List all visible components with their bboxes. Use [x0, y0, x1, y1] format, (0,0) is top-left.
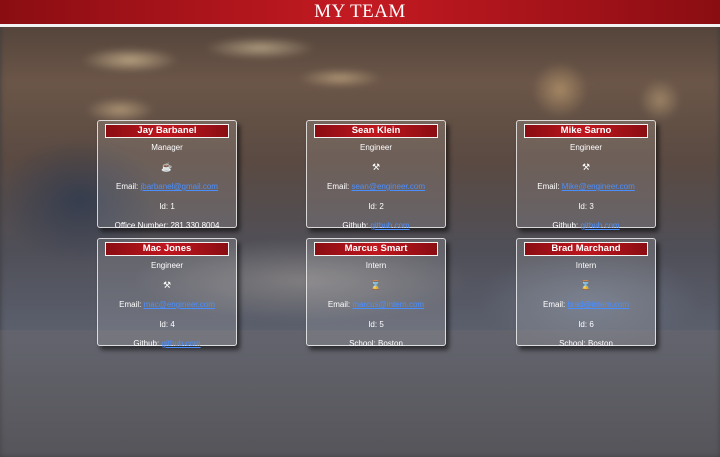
- team-card-mac-jones: Mac Jones Engineer ⚒ Email: mac@engineer…: [97, 238, 237, 348]
- employee-id: Id: 6: [578, 319, 594, 329]
- email-link[interactable]: brad@intern.com: [567, 300, 628, 309]
- employee-name: Jay Barbanel: [105, 124, 229, 138]
- office-number: Office Number: 281.330.8004: [114, 221, 220, 230]
- employee-id: Id: 4: [159, 319, 175, 329]
- github-label: Github:: [133, 339, 160, 348]
- employee-github: Github: github.com: [517, 216, 655, 236]
- team-card-mike-sarno: Mike Sarno Engineer ⚒ Email: Mike@engine…: [516, 120, 656, 230]
- email-label: Email:: [119, 300, 142, 309]
- github-link[interactable]: github.com: [161, 339, 200, 348]
- employee-role: Engineer: [359, 143, 393, 152]
- tools-icon: ⚒: [371, 161, 381, 172]
- github-label: Github:: [552, 221, 579, 230]
- team-card-marcus-smart: Marcus Smart Intern ⌛ Email: marcus@inte…: [306, 238, 446, 348]
- employee-email: Email: Mike@engineer.com: [517, 177, 655, 197]
- employee-email: Email: brad@intern.com: [517, 295, 655, 315]
- employee-name: Brad Marchand: [524, 242, 648, 256]
- employee-school: School: Boston: [349, 339, 403, 348]
- hourglass-icon: ⌛: [370, 279, 382, 290]
- employee-id: Id: 1: [159, 201, 175, 211]
- email-link[interactable]: Mike@engineer.com: [562, 182, 635, 191]
- email-label: Email:: [327, 182, 350, 191]
- employee-name: Mac Jones: [105, 242, 229, 256]
- email-label: Email:: [537, 182, 560, 191]
- page-title: MY TEAM: [314, 1, 406, 22]
- page-header: MY TEAM: [0, 0, 720, 27]
- employee-id: Id: 5: [368, 319, 384, 329]
- team-card-brad-marchand: Brad Marchand Intern ⌛ Email: brad@inter…: [516, 238, 656, 348]
- github-link[interactable]: github.com: [370, 221, 409, 230]
- hourglass-icon: ⌛: [580, 279, 592, 290]
- employee-name: Mike Sarno: [524, 124, 648, 138]
- email-link[interactable]: jbarbanel@gmail.com: [140, 182, 218, 191]
- employee-role: Intern: [365, 261, 387, 270]
- employee-github: Github: github.com: [307, 216, 445, 236]
- employee-email: Email: marcus@intern.com: [307, 295, 445, 315]
- email-label: Email:: [543, 300, 566, 309]
- employee-id: Id: 3: [578, 201, 594, 211]
- github-link[interactable]: github.com: [580, 221, 619, 230]
- email-link[interactable]: sean@engineer.com: [351, 182, 425, 191]
- employee-role: Engineer: [569, 143, 603, 152]
- team-card-jay-barbanel: Jay Barbanel Manager ☕ Email: jbarbanel@…: [97, 120, 237, 230]
- employee-name: Sean Klein: [314, 124, 438, 138]
- employee-role: Manager: [151, 143, 183, 152]
- employee-email: Email: sean@engineer.com: [307, 177, 445, 197]
- employee-id: Id: 2: [368, 201, 384, 211]
- github-label: Github:: [342, 221, 369, 230]
- tools-icon: ⚒: [162, 279, 172, 290]
- employee-school: School: Boston: [559, 339, 613, 348]
- employee-role: Intern: [575, 261, 597, 270]
- tools-icon: ⚒: [581, 161, 591, 172]
- employee-email: Email: jbarbanel@gmail.com: [98, 177, 236, 197]
- team-card-sean-klein: Sean Klein Engineer ⚒ Email: sean@engine…: [306, 120, 446, 230]
- employee-role: Engineer: [150, 261, 184, 270]
- email-link[interactable]: mac@engineer.com: [144, 300, 215, 309]
- coffee-icon: ☕: [161, 161, 173, 172]
- employee-email: Email: mac@engineer.com: [98, 295, 236, 315]
- employee-name: Marcus Smart: [314, 242, 438, 256]
- email-label: Email:: [116, 182, 139, 191]
- email-link[interactable]: marcus@intern.com: [352, 300, 424, 309]
- employee-github: Github: github.com: [98, 334, 236, 354]
- email-label: Email:: [327, 300, 351, 309]
